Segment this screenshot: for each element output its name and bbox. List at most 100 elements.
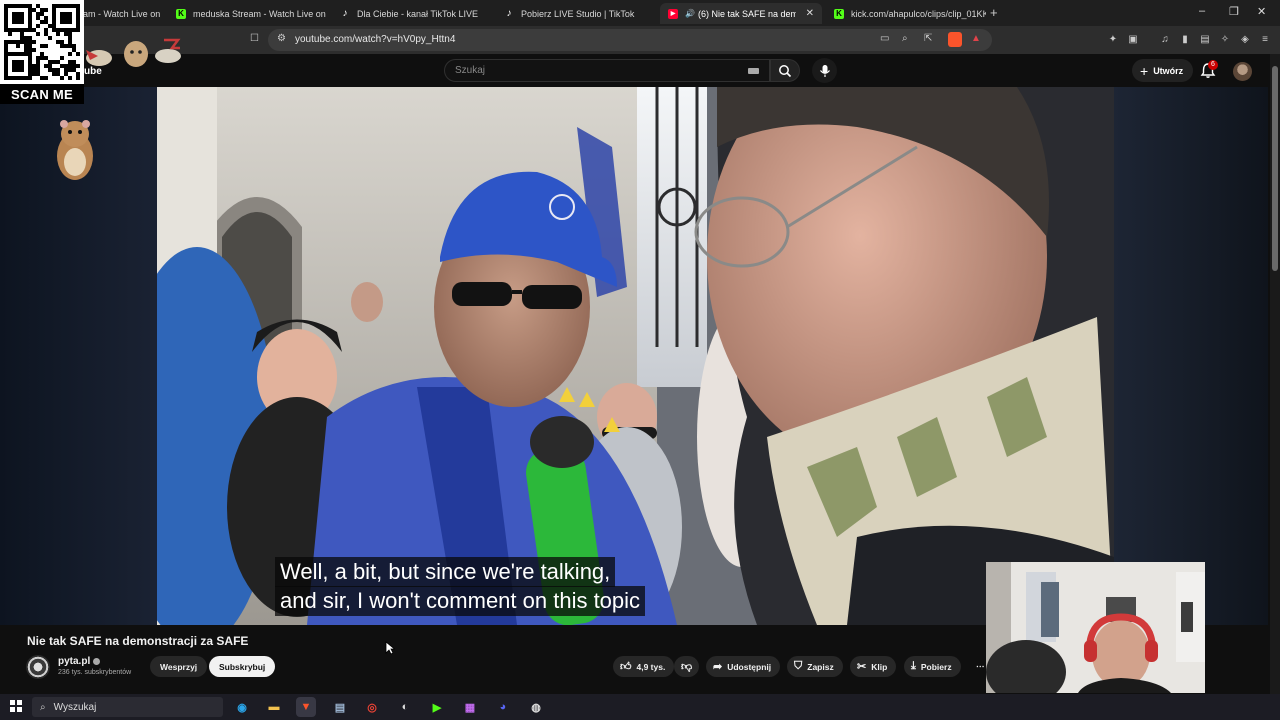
search-icon xyxy=(779,64,792,77)
screen: eam - Watch Live on K meduska Stream - W… xyxy=(0,0,1280,720)
hamster-sticker xyxy=(57,120,93,180)
vpn-icon[interactable]: ◈ xyxy=(1238,32,1252,46)
minimize-button[interactable]: – xyxy=(1199,5,1205,17)
youtube-icon: ▶ xyxy=(668,8,678,19)
obs-icon[interactable]: ◐ xyxy=(395,697,415,717)
video-player[interactable]: Well, a bit, but since we're talking, an… xyxy=(157,87,1114,625)
support-button[interactable]: Wesprzyj xyxy=(150,656,208,677)
share-icon[interactable]: ⇱ xyxy=(924,33,932,44)
kick-app-icon[interactable]: ▶ xyxy=(427,697,447,717)
share-button[interactable]: ➦ Udostępnij xyxy=(706,656,781,677)
create-button[interactable]: + Utwórz xyxy=(1132,59,1194,82)
download-label: Pobierz xyxy=(920,661,952,672)
keyboard-icon[interactable] xyxy=(748,68,759,74)
browser-tab-5-active[interactable]: ▶ 🔊 (6) Nie tak SAFE na demonstr ✕ xyxy=(660,3,822,24)
video-title: Nie tak SAFE na demonstracji za SAFE xyxy=(27,634,249,648)
more-icon: ⋯ xyxy=(976,661,985,671)
search-icon: ⌕ xyxy=(40,701,46,713)
app-icon[interactable]: ▤ xyxy=(330,697,350,717)
brave-rewards-icon[interactable]: ▲ xyxy=(971,33,981,44)
wallet-icon[interactable]: ▤ xyxy=(1198,32,1212,46)
file-explorer-icon[interactable]: ▬ xyxy=(264,697,284,717)
browser-tab-3[interactable]: ♪ Dla Ciebie - kanał TikTok LIVE xyxy=(332,3,492,24)
site-info-icon[interactable]: ⚙ xyxy=(277,33,286,44)
browser-toolbar: ☐ ⚙ youtube.com/watch?v=hV0py_Httn4 ▭ ⌕ … xyxy=(0,26,1280,54)
zoom-icon[interactable]: ⌕ xyxy=(902,33,908,44)
search-container xyxy=(444,59,770,82)
address-bar[interactable]: ⚙ youtube.com/watch?v=hV0py_Httn4 ▭ ⌕ ⇱ … xyxy=(268,29,992,51)
search-button[interactable] xyxy=(770,59,800,82)
scissors-icon: ✂ xyxy=(857,661,867,673)
chrome-icon[interactable]: ◎ xyxy=(362,697,382,717)
tab-title: eam - Watch Live on xyxy=(78,8,161,19)
tab-title: Pobierz LIVE Studio | TikTok xyxy=(521,8,635,19)
menu-icon[interactable]: ≡ xyxy=(1258,32,1272,46)
leo-ai-icon[interactable]: ✧ xyxy=(1218,32,1232,46)
close-window-button[interactable]: ✕ xyxy=(1257,5,1266,18)
clip-label: Klip xyxy=(871,661,888,672)
save-label: Zapisz xyxy=(807,661,834,672)
close-tab-icon[interactable]: ✕ xyxy=(806,8,814,19)
microphone-icon xyxy=(819,64,830,77)
speaker-icon: 🔊 xyxy=(685,9,695,18)
new-tab-button[interactable]: + xyxy=(990,5,998,20)
browser-tab-6[interactable]: K kick.com/ahapulco/clips/clip_01KKY6 xyxy=(826,3,986,24)
subscriber-count: 236 tys. subskrybentów xyxy=(58,669,132,676)
thumbs-down-icon: 👎︎ xyxy=(681,661,693,673)
tiktok-icon: ♪ xyxy=(342,8,348,19)
subtitle-line-2: and sir, I won't comment on this topic xyxy=(275,586,646,616)
page-scrollbar[interactable] xyxy=(1270,54,1280,694)
discord-icon[interactable]: ◕ xyxy=(493,697,513,717)
reader-icon[interactable]: ▣ xyxy=(1126,32,1140,46)
page-background-right xyxy=(1114,87,1268,625)
scan-me-label: SCAN ME xyxy=(0,84,84,104)
app-icon-2[interactable]: ◍ xyxy=(526,697,546,717)
scrollbar-thumb[interactable] xyxy=(1272,66,1278,271)
tab-title: meduska Stream - Watch Live on Kic xyxy=(193,8,328,19)
channel-avatar[interactable] xyxy=(26,655,50,679)
qr-code-pattern xyxy=(4,4,80,80)
tab-title: Dla Ciebie - kanał TikTok LIVE xyxy=(357,8,479,19)
media-icon[interactable]: ♫ xyxy=(1158,32,1172,46)
webcam-feed xyxy=(986,562,1205,693)
subscribe-button[interactable]: Subskrybuj xyxy=(209,656,276,677)
clip-button[interactable]: ✂ Klip xyxy=(850,656,897,677)
search-input[interactable] xyxy=(455,65,735,76)
qr-module xyxy=(76,76,80,80)
brave-shield-icon[interactable] xyxy=(948,32,962,47)
streamer-webcam xyxy=(986,562,1205,693)
subtitle-line-1: Well, a bit, but since we're talking, xyxy=(275,557,616,587)
kick-icon: K xyxy=(176,8,186,19)
edge-icon[interactable]: ◉ xyxy=(232,697,252,717)
qr-code xyxy=(0,0,84,84)
url-text: youtube.com/watch?v=hV0py_Httn4 xyxy=(295,34,456,45)
cast-icon[interactable]: ▭ xyxy=(880,33,889,44)
channel-name: pyta.pl xyxy=(58,656,91,667)
video-frame xyxy=(157,87,1114,625)
voice-search-button[interactable] xyxy=(812,58,837,83)
youtube-logo[interactable]: ube xyxy=(84,66,102,77)
restore-button[interactable]: ❐ xyxy=(1229,5,1239,18)
browser-tab-2[interactable]: K meduska Stream - Watch Live on Kic xyxy=(168,3,328,24)
windows-start-icon[interactable] xyxy=(10,700,22,712)
browser-tab-4[interactable]: ♪ Pobierz LIVE Studio | TikTok xyxy=(496,3,656,24)
tab-title: kick.com/ahapulco/clips/clip_01KKY6 xyxy=(851,8,986,19)
streaming-app-icon[interactable]: ▦ xyxy=(460,697,480,717)
like-button[interactable]: 👍︎ 4,9 tys. xyxy=(613,656,675,677)
share-label: Udostępnij xyxy=(727,661,772,672)
channel-name-link[interactable]: pyta.pl xyxy=(58,656,101,667)
user-avatar[interactable] xyxy=(1233,62,1252,81)
sidebar-icon[interactable]: ▮ xyxy=(1178,32,1192,46)
brave-browser-icon[interactable]: ▼ xyxy=(296,697,316,717)
extension-icon[interactable]: ✦ xyxy=(1106,32,1120,46)
thumbs-up-icon: 👍︎ xyxy=(620,661,632,673)
youtube-header: + Utwórz xyxy=(0,54,1280,87)
download-button[interactable]: ⤓ Pobierz xyxy=(904,656,961,677)
bookmark-icon[interactable]: ☐ xyxy=(250,33,259,44)
mouse-cursor-icon xyxy=(385,641,395,655)
dislike-button[interactable]: 👎︎ xyxy=(674,656,700,677)
browser-tab-1[interactable]: eam - Watch Live on xyxy=(78,3,168,24)
verified-icon xyxy=(93,657,101,665)
save-button[interactable]: ⛉ Zapisz xyxy=(787,656,843,677)
taskbar-search[interactable]: ⌕ Wyszukaj xyxy=(32,697,223,717)
